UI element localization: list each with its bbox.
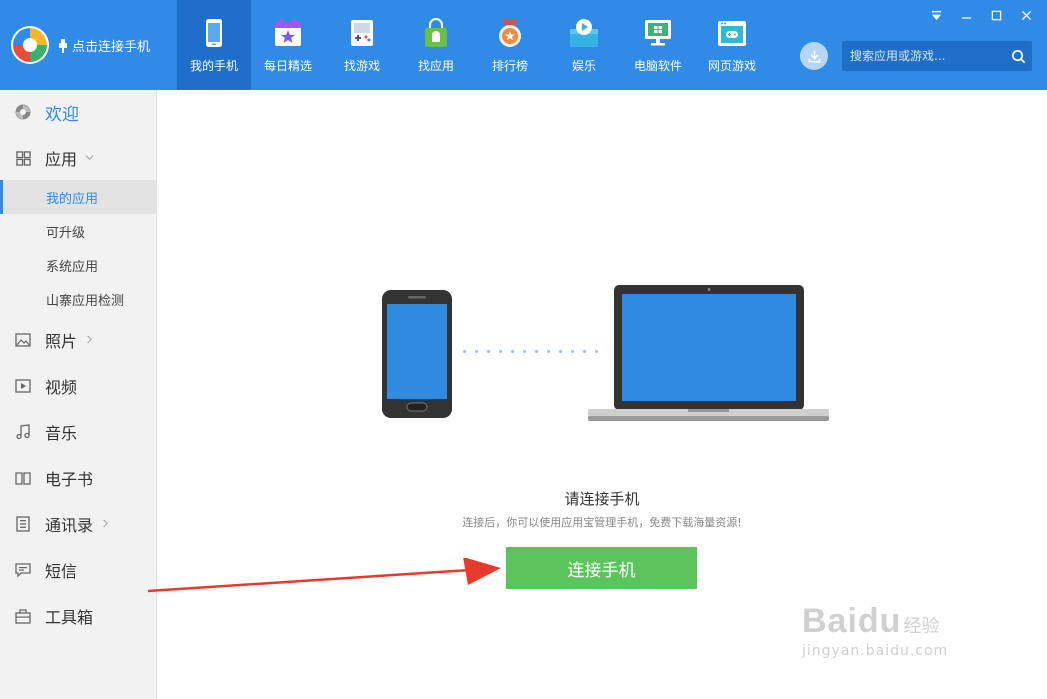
nav-label: 找游戏: [343, 59, 380, 73]
nav-label: 网页游戏: [707, 59, 756, 73]
search-box: [842, 41, 1032, 71]
chevron-right-icon: [85, 333, 94, 347]
sidebar-sub-my-apps[interactable]: 我的应用: [0, 180, 156, 214]
sidebar-item-label: 通讯录: [45, 516, 94, 535]
toolbox-icon: [15, 608, 31, 624]
app-logo-icon[interactable]: [10, 25, 50, 65]
contacts-icon: [15, 516, 31, 532]
search-input[interactable]: [842, 41, 1004, 71]
search-icon[interactable]: [1004, 42, 1032, 70]
sidebar-item-music[interactable]: 音乐: [0, 420, 156, 444]
connect-phone-link[interactable]: 点击连接手机: [58, 36, 150, 55]
sidebar-item-label: 电子书: [45, 470, 94, 489]
sidebar-sub-system-apps[interactable]: 系统应用: [0, 248, 156, 282]
connect-hint-label: 点击连接手机: [72, 40, 151, 55]
main-content: 请连接手机 连接后，你可以使用应用宝管理手机，免费下载海量资源! 连接手机 Ba…: [157, 90, 1047, 699]
sidebar-item-label: 工具箱: [45, 608, 94, 627]
nav-label: 电脑软件: [633, 59, 682, 73]
nav-find-apps[interactable]: 找应用: [399, 0, 473, 90]
image-icon: [15, 332, 31, 348]
medal-icon: [499, 19, 521, 47]
monitor-icon: [645, 20, 671, 46]
connect-title: 请连接手机: [564, 490, 640, 508]
sidebar-item-label: 应用: [45, 150, 78, 169]
nav-pc-software[interactable]: 电脑软件: [621, 0, 695, 90]
top-bar: 点击连接手机 我的手机 每日精选 找游戏 找应用 排行榜 娱乐 电脑软件 网页游…: [0, 0, 1047, 90]
dropdown-menu-icon[interactable]: [929, 8, 943, 22]
phone-illustration: [382, 290, 452, 418]
welcome-icon: [15, 104, 31, 120]
watermark-logo: Baidu: [802, 602, 902, 640]
sidebar-item-label: 欢迎: [45, 104, 79, 125]
sidebar-item-video[interactable]: 视频: [0, 374, 156, 398]
nav-my-phone[interactable]: 我的手机: [177, 0, 251, 90]
message-icon: [15, 562, 31, 578]
sidebar-item-label: 视频: [45, 378, 78, 397]
sidebar-item-toolbox[interactable]: 工具箱: [0, 604, 156, 628]
sidebar-item-ebook[interactable]: 电子书: [0, 466, 156, 490]
nav-find-games[interactable]: 找游戏: [325, 0, 399, 90]
video-icon: [15, 378, 31, 394]
nav-label: 我的手机: [189, 59, 238, 73]
red-arrow-annotation: [148, 558, 501, 593]
grid-icon: [15, 150, 31, 166]
nav-web-games[interactable]: 网页游戏: [695, 0, 769, 90]
sidebar-sub-upgradable[interactable]: 可升级: [0, 214, 156, 248]
watermark-text: 经验: [903, 616, 940, 637]
connection-dots: [463, 350, 598, 353]
sidebar-item-photos[interactable]: 照片: [0, 328, 156, 352]
browser-game-icon: [718, 21, 746, 46]
play-box-icon: [570, 19, 598, 47]
close-icon[interactable]: [1019, 8, 1033, 22]
download-icon: [808, 50, 820, 62]
sidebar-item-welcome[interactable]: 欢迎: [0, 100, 156, 125]
nav-rankings[interactable]: 排行榜: [473, 0, 547, 90]
usb-plug-icon: [59, 38, 67, 53]
nav-label: 排行榜: [491, 59, 528, 73]
sidebar-item-label: 音乐: [45, 424, 78, 443]
calendar-star-icon: [275, 19, 301, 46]
connect-phone-button[interactable]: 连接手机: [506, 547, 697, 589]
book-icon: [15, 470, 31, 486]
sidebar-item-sms[interactable]: 短信: [0, 558, 156, 582]
android-bag-icon: [425, 18, 447, 47]
connect-description: 连接后，你可以使用应用宝管理手机，免费下载海量资源!: [462, 516, 742, 529]
window-controls: [929, 8, 1033, 22]
main-nav: 我的手机 每日精选 找游戏 找应用 排行榜 娱乐 电脑软件 网页游戏: [177, 0, 769, 90]
nav-daily-picks[interactable]: 每日精选: [251, 0, 325, 90]
sidebar-item-contacts[interactable]: 通讯录: [0, 512, 156, 536]
minimize-icon[interactable]: [959, 8, 973, 22]
chevron-right-icon: [101, 517, 110, 531]
phone-icon: [206, 19, 222, 47]
nav-entertainment[interactable]: 娱乐: [547, 0, 621, 90]
nav-label: 找应用: [417, 59, 454, 73]
music-note-icon: [15, 424, 31, 440]
sidebar: 欢迎 应用 我的应用 可升级 系统应用 山寨应用检测 照片 视频 音乐 电子书 …: [0, 90, 157, 699]
laptop-illustration: [588, 285, 829, 421]
chevron-down-icon: [85, 151, 94, 165]
download-manager-button[interactable]: [800, 42, 828, 70]
gamepad-icon: [351, 20, 373, 46]
nav-label: 娱乐: [571, 59, 596, 73]
maximize-icon[interactable]: [989, 8, 1003, 22]
baidu-jingyan-watermark: Baidu 经验 jingyan.baidu.com: [802, 602, 948, 659]
sidebar-item-label: 照片: [45, 332, 78, 351]
sidebar-sub-fake-app-check[interactable]: 山寨应用检测: [0, 282, 156, 316]
nav-label: 每日精选: [263, 59, 312, 73]
sidebar-item-label: 短信: [45, 562, 78, 581]
watermark-url: jingyan.baidu.com: [802, 643, 949, 659]
sidebar-item-apps[interactable]: 应用: [0, 146, 156, 170]
